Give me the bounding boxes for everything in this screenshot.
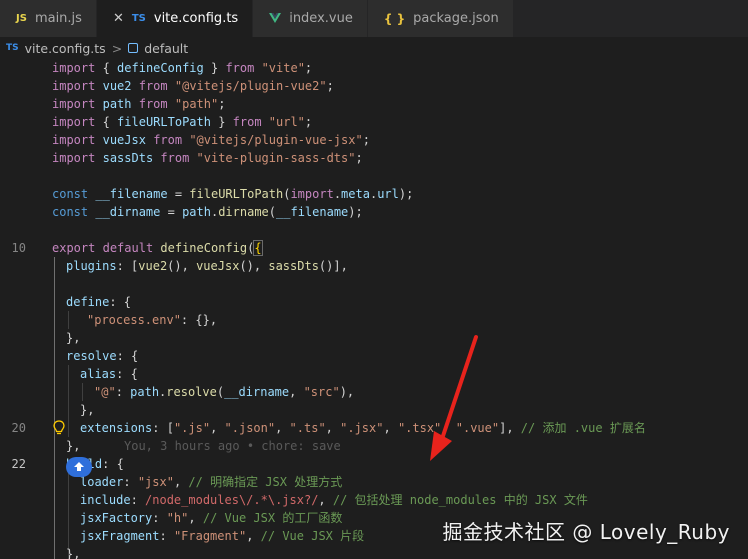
breadcrumb: TS vite.config.ts > default [0,37,748,59]
code-line: "@": path.resolve(__dirname, "src"), [94,385,355,399]
javascript-file-icon: JS [16,13,27,24]
code-line: loader: "jsx", // 明确指定 JSX 处理方式 [80,475,343,489]
git-blame-annotation: You, 3 hours ago • chore: save [124,439,341,453]
code-line: }, [66,331,81,345]
code-line: plugins: [vue2(), vueJsx(), sassDts()], [66,259,348,273]
annotation-arrow [430,335,478,461]
code-line: import { fileURLToPath } from "url"; [52,115,313,129]
typescript-file-icon: TS [6,43,19,53]
code-editor[interactable]: import { defineConfig } from "vite"; imp… [0,59,748,559]
code-line: 10 [0,221,748,255]
tab-label: index.vue [289,11,353,26]
code-line: import vueJsx from "@vitejs/plugin-vue-j… [52,133,370,147]
code-line: import sassDts from "vite-plugin-sass-dt… [52,151,363,165]
tab-label: vite.config.ts [153,11,239,26]
code-line: extensions: [".js", ".json", ".ts", ".js… [80,421,646,435]
up-arrow-icon[interactable] [66,457,92,477]
tab-label: package.json [413,11,499,26]
code-line: export default defineConfig({ [52,240,263,256]
tab-bar: JS main.js ✕ TS vite.config.ts index.vue… [0,0,748,37]
tab-vite-config-ts[interactable]: ✕ TS vite.config.ts [96,0,254,37]
watermark: 掘金技术社区 @ Lovely_Ruby [442,520,730,544]
code-line: const __filename = fileURLToPath(import.… [52,187,414,201]
breadcrumb-separator: > [111,40,123,56]
tab-main-js[interactable]: JS main.js [0,0,97,37]
symbol-object-icon [128,43,139,53]
typescript-file-icon: TS [131,13,146,24]
tab-index-vue[interactable]: index.vue [253,0,368,37]
vue-file-icon [269,12,282,26]
tab-package-json[interactable]: { } package.json [367,0,514,37]
code-line: include: /node_modules\/.*\.jsx?/, // 包括… [80,493,588,507]
code-line: }, [66,547,81,559]
tab-label: main.js [34,11,82,26]
code-line: alias: { [80,367,138,381]
code-line: resolve: { [66,349,139,363]
json-file-icon: { } [383,11,406,26]
code-line: const __dirname = path.dirname(__filenam… [52,205,363,219]
close-icon[interactable]: ✕ [113,11,124,26]
code-line: import path from "path"; [52,97,226,111]
code-line: import vue2 from "@vitejs/plugin-vue2"; [52,79,334,93]
breadcrumb-file[interactable]: vite.config.ts [25,41,106,56]
code-line: 22 }, You, 3 hours ago • chore: save [0,437,748,471]
lightbulb-icon[interactable] [52,419,66,437]
breadcrumb-symbol[interactable]: default [144,41,188,56]
code-line: build: { [66,457,124,471]
code-line: import { defineConfig } from "vite"; [52,61,313,75]
code-line: "process.env": {}, [87,313,218,327]
code-line: 20 }, [0,401,748,435]
code-line: define: { [66,295,132,309]
